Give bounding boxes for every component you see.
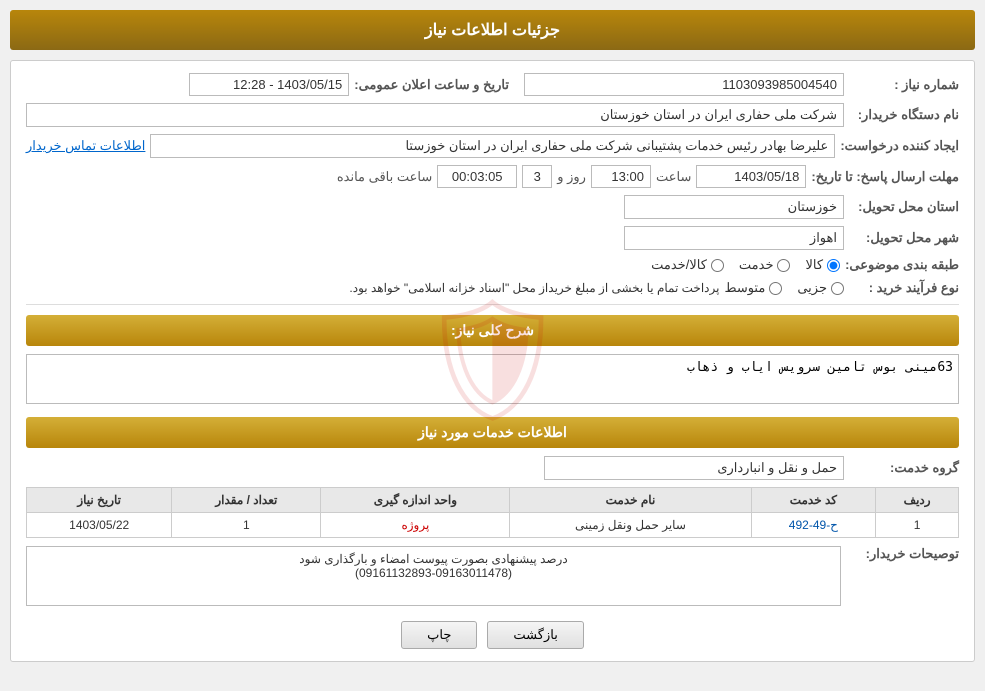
province-label: استان محل تحویل: [849,199,959,215]
remaining-time: 00:03:05 [437,165,517,188]
purchase-jozee-option[interactable]: جزیی [797,280,844,296]
purchase-motawaset-option[interactable]: متوسط [724,280,782,296]
need-number-row: شماره نیاز : 1103093985004540 تاریخ و سا… [26,73,959,96]
cell-index: 1 [876,513,959,538]
category-khedmat-option[interactable]: خدمت [739,257,791,273]
category-kala-radio[interactable] [827,259,840,272]
need-description-container [26,354,959,407]
cell-name: سایر حمل ونقل زمینی [510,513,751,538]
category-row: طبقه بندی موضوعی: کالا خدمت کالا/خدمت [26,257,959,273]
province-value: خوزستان [624,195,844,219]
deadline-date: 1403/05/18 [696,165,806,188]
category-both-radio[interactable] [711,259,724,272]
category-kala-option[interactable]: کالا [805,257,840,273]
time-label: ساعت [656,169,691,185]
purchase-jozee-radio[interactable] [831,282,844,295]
cell-date: 1403/05/22 [27,513,172,538]
deadline-row: مهلت ارسال پاسخ: تا تاریخ: 1403/05/18 سا… [26,165,959,188]
col-quantity: تعداد / مقدار [172,488,321,513]
category-options: کالا خدمت کالا/خدمت [651,257,840,273]
back-button[interactable]: بازگشت [487,621,583,649]
col-unit: واحد اندازه گیری [321,488,510,513]
col-index: ردیف [876,488,959,513]
purchase-type-label: نوع فرآیند خرید : [849,280,959,296]
buyer-org-row: نام دستگاه خریدار: شرکت ملی حفاری ایران … [26,103,959,127]
section-need-description: شرح کلی نیاز: [26,315,959,346]
category-both-option[interactable]: کالا/خدمت [651,257,724,273]
cell-quantity: 1 [172,513,321,538]
announce-label: تاریخ و ساعت اعلان عمومی: [354,77,509,93]
buyer-org-label: نام دستگاه خریدار: [849,107,959,123]
cell-code: ح-49-492 [751,513,876,538]
city-label: شهر محل تحویل: [849,230,959,246]
page-title: جزئیات اطلاعات نیاز [10,10,975,50]
col-date: تاریخ نیاز [27,488,172,513]
deadline-time: 13:00 [591,165,651,188]
services-table-header: ردیف کد خدمت نام خدمت واحد اندازه گیری ت… [27,488,959,513]
city-row: شهر محل تحویل: اهواز [26,226,959,250]
buyer-notes-section: توصیحات خریدار: درصد پیشنهادی بصورت پیوس… [26,546,959,606]
purchase-type-row: نوع فرآیند خرید : جزیی متوسط پرداخت تمام… [26,280,959,296]
buyer-org-value: شرکت ملی حفاری ایران در استان خوزستان [26,103,844,127]
col-name: نام خدمت [510,488,751,513]
creator-label: ایجاد کننده درخواست: [840,138,959,154]
table-row: 1 ح-49-492 سایر حمل ونقل زمینی پروژه 1 1… [27,513,959,538]
category-khedmat-radio[interactable] [777,259,790,272]
deadline-label: مهلت ارسال پاسخ: تا تاریخ: [811,169,959,185]
col-code: کد خدمت [751,488,876,513]
creator-row: ایجاد کننده درخواست: علیرضا بهادر رئیس خ… [26,134,959,158]
print-button[interactable]: چاپ [401,621,477,649]
divider-1 [26,304,959,305]
services-table: ردیف کد خدمت نام خدمت واحد اندازه گیری ت… [26,487,959,538]
purchase-type-options: جزیی متوسط [724,280,844,296]
remaining-suffix: ساعت باقی مانده [337,169,432,185]
category-label: طبقه بندی موضوعی: [845,257,959,273]
need-number-label: شماره نیاز : [849,77,959,93]
section-services-title: اطلاعات خدمات مورد نیاز [26,417,959,448]
need-number-value: 1103093985004540 [524,73,844,96]
city-value: اهواز [624,226,844,250]
creator-value: علیرضا بهادر رئیس خدمات پشتیبانی شرکت مل… [150,134,835,158]
service-group-value: حمل و نقل و انبارداری [544,456,844,480]
creator-contact-link[interactable]: اطلاعات تماس خریدار [26,138,145,154]
cell-unit[interactable]: پروژه [321,513,510,538]
purchase-note: پرداخت تمام یا بخشی از مبلغ خریداز محل "… [349,281,719,295]
need-description-input[interactable] [26,354,959,404]
service-group-label: گروه خدمت: [849,460,959,476]
deadline-days: 3 [522,165,552,188]
province-row: استان محل تحویل: خوزستان [26,195,959,219]
buyer-notes-label: توصیحات خریدار: [849,546,959,562]
announce-value: 1403/05/15 - 12:28 [189,73,349,96]
service-group-row: گروه خدمت: حمل و نقل و انبارداری [26,456,959,480]
days-label: روز و [557,169,586,185]
services-table-body: 1 ح-49-492 سایر حمل ونقل زمینی پروژه 1 1… [27,513,959,538]
buyer-notes-content: درصد پیشنهادی بصورت پیوست امضاء و بارگذا… [26,546,841,606]
purchase-motawaset-radio[interactable] [769,282,782,295]
footer-buttons: بازگشت چاپ [26,621,959,649]
